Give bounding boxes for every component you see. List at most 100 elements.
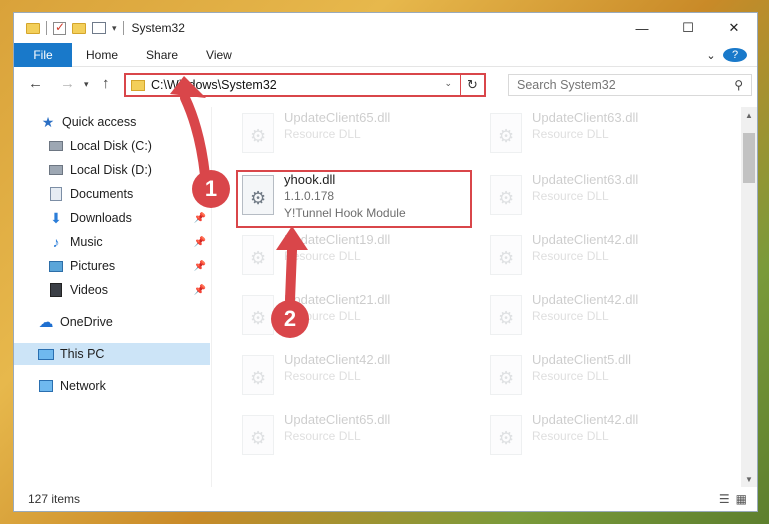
dll-file-icon: ⚙ (490, 295, 522, 335)
dll-file-icon: ⚙ (490, 113, 522, 153)
sidebar-item-videos[interactable]: Videos 📌 (14, 279, 210, 301)
scroll-thumb[interactable] (743, 133, 755, 183)
sidebar-item-network[interactable]: Network (14, 375, 210, 397)
sidebar-item-onedrive[interactable]: ☁ OneDrive (14, 311, 210, 333)
file-item[interactable]: ⚙ UpdateClient63.dll Resource DLL (484, 171, 709, 227)
sidebar-item-local-disk-d[interactable]: Local Disk (D:) (14, 159, 210, 181)
file-name: UpdateClient42.dll (284, 352, 391, 367)
separator (46, 21, 47, 35)
file-item[interactable]: ⚙ UpdateClient42.dll Resource DLL (484, 291, 709, 347)
file-item[interactable]: ⚙ UpdateClient42.dll Resource DLL (236, 351, 461, 407)
tab-home[interactable]: Home (72, 43, 132, 67)
file-item[interactable]: ⚙ UpdateClient65.dll Resource DLL (236, 411, 461, 467)
file-name: UpdateClient63.dll (532, 172, 639, 187)
tiles-view-icon[interactable]: ▦ (736, 492, 747, 506)
title-bar: ▾ System32 — ☐ ✕ (14, 13, 757, 43)
sidebar-item-documents[interactable]: Documents (14, 183, 210, 205)
address-bar[interactable]: C:\Windows\System32 ⌄ ↻ (124, 73, 486, 97)
file-item[interactable]: ⚙ UpdateClient65.dll Resource DLL (236, 109, 461, 165)
file-name: UpdateClient19.dll (284, 232, 391, 247)
file-item[interactable]: ⚙ UpdateClient19.dll Resource DLL (236, 231, 461, 287)
minimize-button[interactable]: — (619, 13, 665, 43)
navigation-pane: ★ Quick access Local Disk (C:) Local Dis… (14, 107, 212, 487)
sidebar-item-quick-access[interactable]: ★ Quick access (14, 111, 210, 133)
explorer-window: ▾ System32 — ☐ ✕ File Home Share View ⌄ … (13, 12, 758, 512)
file-type: Resource DLL (284, 127, 361, 141)
tab-share[interactable]: Share (132, 43, 192, 67)
expand-ribbon-icon[interactable]: ⌄ (699, 49, 723, 62)
documents-icon (50, 187, 62, 201)
item-count: 127 items (28, 492, 81, 506)
dll-file-icon: ⚙ (242, 113, 274, 153)
pin-icon[interactable]: 📌 (194, 213, 206, 224)
search-input[interactable] (517, 78, 727, 92)
sidebar-item-local-disk-c[interactable]: Local Disk (C:) (14, 135, 210, 157)
status-bar: 127 items ☰ ▦ (14, 487, 757, 511)
close-button[interactable]: ✕ (711, 13, 757, 43)
file-name: UpdateClient42.dll (532, 292, 639, 307)
tab-view[interactable]: View (192, 43, 246, 67)
navigation-bar: ← → ▾ ↑ C:\Windows\System32 ⌄ ↻ ⚲ (14, 71, 757, 99)
file-item[interactable]: ⚙ UpdateClient5.dll Resource DLL (484, 351, 709, 407)
file-item[interactable]: ⚙ UpdateClient63.dll Resource DLL (484, 109, 709, 165)
search-box[interactable]: ⚲ (508, 74, 752, 96)
sidebar-item-label: Quick access (62, 115, 137, 129)
pin-icon[interactable]: 📌 (194, 285, 206, 296)
file-list: ⚙ UpdateClient65.dll Resource DLL ⚙ yhoo… (214, 107, 744, 487)
window-title: System32 (131, 21, 185, 35)
sidebar-item-downloads[interactable]: ⬇ Downloads 📌 (14, 207, 210, 229)
file-type: Resource DLL (532, 369, 609, 383)
sidebar-item-label: Downloads (70, 211, 132, 225)
refresh-icon[interactable]: ↻ (460, 75, 484, 95)
file-type: Resource DLL (284, 429, 361, 443)
dll-file-icon: ⚙ (490, 415, 522, 455)
file-name: UpdateClient5.dll (532, 352, 632, 367)
tab-file[interactable]: File (14, 42, 72, 67)
sidebar-item-label: Videos (70, 283, 108, 297)
sidebar-item-label: This PC (60, 347, 105, 361)
file-name: UpdateClient65.dll (284, 110, 391, 125)
folder-icon (26, 22, 40, 34)
sidebar-item-label: Documents (70, 187, 134, 201)
file-name: UpdateClient42.dll (532, 232, 639, 247)
star-icon: ★ (41, 113, 55, 130)
file-item[interactable]: ⚙ UpdateClient21.dll Resource DLL (236, 291, 461, 347)
sidebar-item-label: OneDrive (60, 315, 113, 329)
scroll-up-icon[interactable]: ▲ (741, 107, 757, 123)
search-icon[interactable]: ⚲ (734, 78, 743, 92)
pin-icon[interactable]: 📌 (194, 237, 206, 248)
chevron-down-icon[interactable]: ⌄ (444, 78, 452, 89)
pin-icon[interactable]: 📌 (194, 261, 206, 272)
forward-arrow-icon[interactable]: → (60, 75, 75, 92)
details-view-icon[interactable]: ☰ (719, 492, 730, 506)
file-item[interactable]: ⚙ UpdateClient42.dll Resource DLL (484, 231, 709, 287)
up-arrow-icon[interactable]: ↑ (102, 75, 110, 92)
sidebar-item-pictures[interactable]: Pictures 📌 (14, 255, 210, 277)
file-name: UpdateClient65.dll (284, 412, 391, 427)
help-icon[interactable]: ? (723, 48, 747, 62)
window-controls: — ☐ ✕ (619, 13, 757, 43)
file-type: Resource DLL (532, 127, 609, 141)
properties-check-icon[interactable] (53, 20, 66, 35)
cloud-icon: ☁ (38, 314, 54, 331)
scroll-down-icon[interactable]: ▼ (741, 471, 757, 487)
customize-toolbar-icon[interactable]: ▾ (112, 23, 117, 34)
file-item[interactable]: ⚙ UpdateClient42.dll Resource DLL (484, 411, 709, 467)
music-icon: ♪ (52, 234, 60, 250)
rename-icon[interactable] (92, 22, 106, 34)
ribbon-tabs: File Home Share View ⌄ ? (14, 42, 757, 67)
new-folder-icon[interactable] (72, 22, 86, 34)
sidebar-item-music[interactable]: ♪ Music 📌 (14, 231, 210, 253)
vertical-scrollbar[interactable]: ▲ ▼ (741, 107, 757, 487)
dll-file-icon: ⚙ (242, 295, 274, 335)
sidebar-item-label: Pictures (70, 259, 116, 273)
network-icon (39, 380, 53, 392)
annotation-badge-1: 1 (192, 170, 230, 208)
dll-file-icon: ⚙ (242, 355, 274, 395)
recent-locations-icon[interactable]: ▾ (84, 79, 89, 90)
maximize-button[interactable]: ☐ (665, 13, 711, 43)
file-type: Resource DLL (532, 309, 609, 323)
back-arrow-icon[interactable]: ← (28, 75, 43, 92)
dll-file-icon: ⚙ (242, 415, 274, 455)
sidebar-item-this-pc[interactable]: This PC (14, 343, 210, 365)
